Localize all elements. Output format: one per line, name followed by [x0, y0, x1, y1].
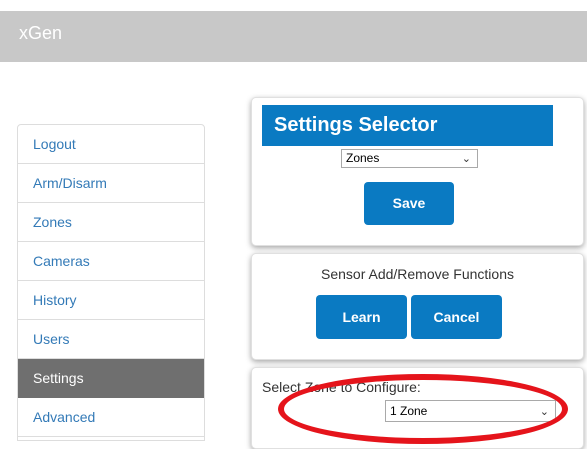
top-bar: xGen [0, 11, 587, 62]
sidebar-nav: Logout Arm/Disarm Zones Cameras History … [17, 124, 205, 441]
brand-title: xGen [19, 23, 63, 43]
sidebar-item-zones[interactable]: Zones [18, 203, 204, 242]
sensor-functions-title: Sensor Add/Remove Functions [321, 266, 514, 282]
zone-select-label: Select Zone to Configure: [262, 379, 421, 395]
settings-select[interactable]: Zones ⌄ [341, 149, 478, 168]
sensor-functions-card: Sensor Add/Remove Functions Learn Cancel [251, 253, 584, 360]
sidebar-item-settings[interactable]: Settings [18, 359, 204, 398]
sidebar-item-advanced[interactable]: Advanced [18, 398, 204, 437]
chevron-down-icon: ⌄ [539, 406, 549, 418]
sidebar-item-history[interactable]: History [18, 281, 204, 320]
settings-selector-title: Settings Selector [262, 105, 553, 146]
settings-selector-card: Settings Selector Zones ⌄ Save [251, 97, 584, 246]
chevron-down-icon: ⌄ [461, 153, 471, 165]
zone-select-value: 1 Zone [390, 404, 428, 418]
sidebar-item-cameras[interactable]: Cameras [18, 242, 204, 281]
save-button[interactable]: Save [364, 182, 454, 225]
zone-select[interactable]: 1 Zone ⌄ [385, 400, 556, 422]
zone-config-card: Select Zone to Configure: 1 Zone ⌄ [251, 367, 584, 449]
learn-button[interactable]: Learn [316, 295, 407, 339]
cancel-button[interactable]: Cancel [411, 295, 502, 339]
settings-select-value: Zones [346, 151, 380, 165]
sidebar-item-arm-disarm[interactable]: Arm/Disarm [18, 164, 204, 203]
sidebar-item-logout[interactable]: Logout [18, 125, 204, 164]
sidebar-item-users[interactable]: Users [18, 320, 204, 359]
